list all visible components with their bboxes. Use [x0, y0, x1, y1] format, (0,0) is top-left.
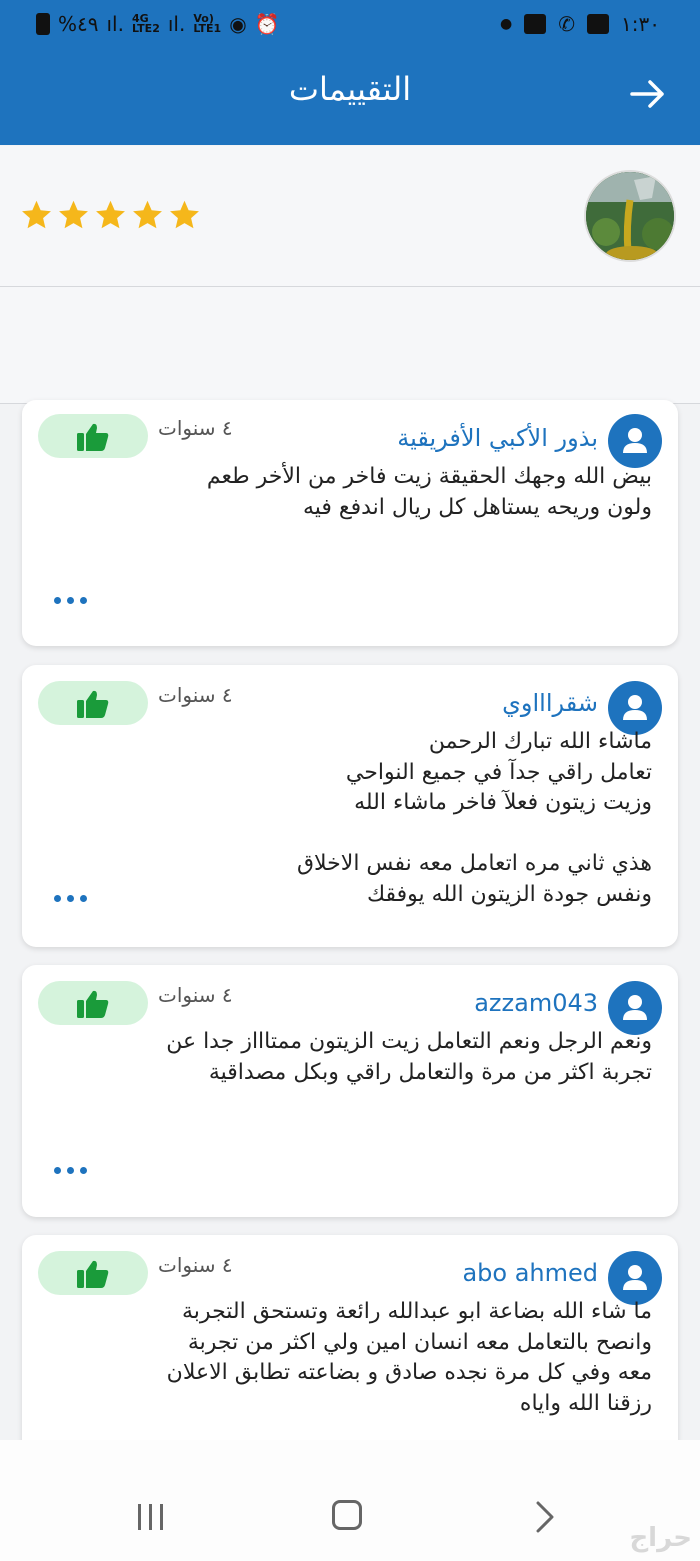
watermark-logo: حراج: [629, 1523, 692, 1553]
arrow-right-icon[interactable]: [628, 74, 668, 114]
review-text: بيض الله وجهك الحقيقة زيت فاخر من الأخر …: [206, 464, 652, 520]
gallery-icon: [587, 14, 610, 34]
system-navigation-bar: حراج: [0, 1440, 700, 1561]
reviewer-name[interactable]: abo ahmed: [462, 1259, 598, 1287]
thumbs-up-icon: [77, 990, 109, 1018]
rating-stars: [20, 198, 201, 231]
thumbs-up-icon: [77, 690, 109, 718]
app-notification-icon: [524, 14, 547, 34]
star-icon: [133, 200, 162, 229]
more-options-icon[interactable]: [54, 595, 90, 605]
thumbs-up-icon: [77, 423, 109, 451]
review-text: ما شاء الله بضاعة ابو عبدالله رائعة وتست…: [166, 1299, 652, 1416]
review-card: شقراااوي ٤ سنوات ماشاء الله تبارك الرحمن…: [22, 665, 678, 947]
star-icon: [170, 200, 199, 229]
review-card: abo ahmed ٤ سنوات ما شاء الله بضاعة ابو …: [22, 1235, 678, 1455]
star-icon: [59, 200, 88, 229]
signal-icon: ıl.: [106, 12, 124, 36]
review-card: azzam043 ٤ سنوات ونعم الرجل ونعم التعامل…: [22, 965, 678, 1217]
network-lte-1: LTE2: [131, 22, 160, 35]
reviewer-name[interactable]: شقراااوي: [502, 689, 598, 717]
battery-icon: [36, 13, 50, 35]
like-button[interactable]: [38, 414, 148, 458]
user-avatar-icon: [608, 414, 662, 468]
hotspot-icon: ◉: [229, 12, 247, 36]
review-text: ونعم الرجل ونعم التعامل زيت الزيتون ممتا…: [166, 1029, 652, 1085]
whatsapp-icon: ✆: [558, 12, 576, 36]
signal-icon-2: ıl.: [167, 12, 186, 36]
notification-dot-icon: ●: [500, 16, 513, 32]
review-age: ٤ سنوات: [158, 1253, 233, 1277]
network-lte-2: LTE1: [193, 22, 222, 35]
back-icon[interactable]: [530, 1500, 560, 1534]
divider: [0, 286, 700, 287]
like-button[interactable]: [38, 981, 148, 1025]
reviewer-name[interactable]: azzam043: [474, 989, 598, 1017]
review-age: ٤ سنوات: [158, 416, 233, 440]
app-bar: التقييمات: [0, 50, 700, 145]
seller-avatar[interactable]: [584, 170, 676, 262]
battery-percent: %٤٩: [58, 12, 99, 36]
more-options-icon[interactable]: [54, 893, 90, 903]
page-title: التقييمات: [288, 70, 412, 108]
star-icon: [96, 200, 125, 229]
review-card: بذور الأكبي الأفريقية ٤ سنوات بيض الله و…: [22, 400, 678, 646]
more-options-icon[interactable]: [54, 1165, 90, 1175]
olive-oil-image: [586, 172, 674, 260]
review-text: ماشاء الله تبارك الرحمن تعامل راقي جدآ ف…: [296, 729, 652, 907]
reviewer-name[interactable]: بذور الأكبي الأفريقية: [397, 424, 598, 452]
review-age: ٤ سنوات: [158, 683, 233, 707]
recent-apps-icon[interactable]: [136, 1502, 166, 1532]
thumbs-up-icon: [77, 1260, 109, 1288]
status-bar: %٤٩ ıl. 4G LTE2 ıl. Vo) LTE1 ◉ ⏰ ● ✆ ١:٣٠: [0, 0, 700, 50]
like-button[interactable]: [38, 1251, 148, 1295]
clock-time: ١:٣٠: [621, 12, 660, 36]
star-icon: [22, 200, 51, 229]
home-icon[interactable]: [332, 1500, 362, 1530]
like-button[interactable]: [38, 681, 148, 725]
alarm-icon: ⏰: [254, 12, 280, 36]
review-age: ٤ سنوات: [158, 983, 233, 1007]
seller-summary-card: [0, 146, 700, 404]
